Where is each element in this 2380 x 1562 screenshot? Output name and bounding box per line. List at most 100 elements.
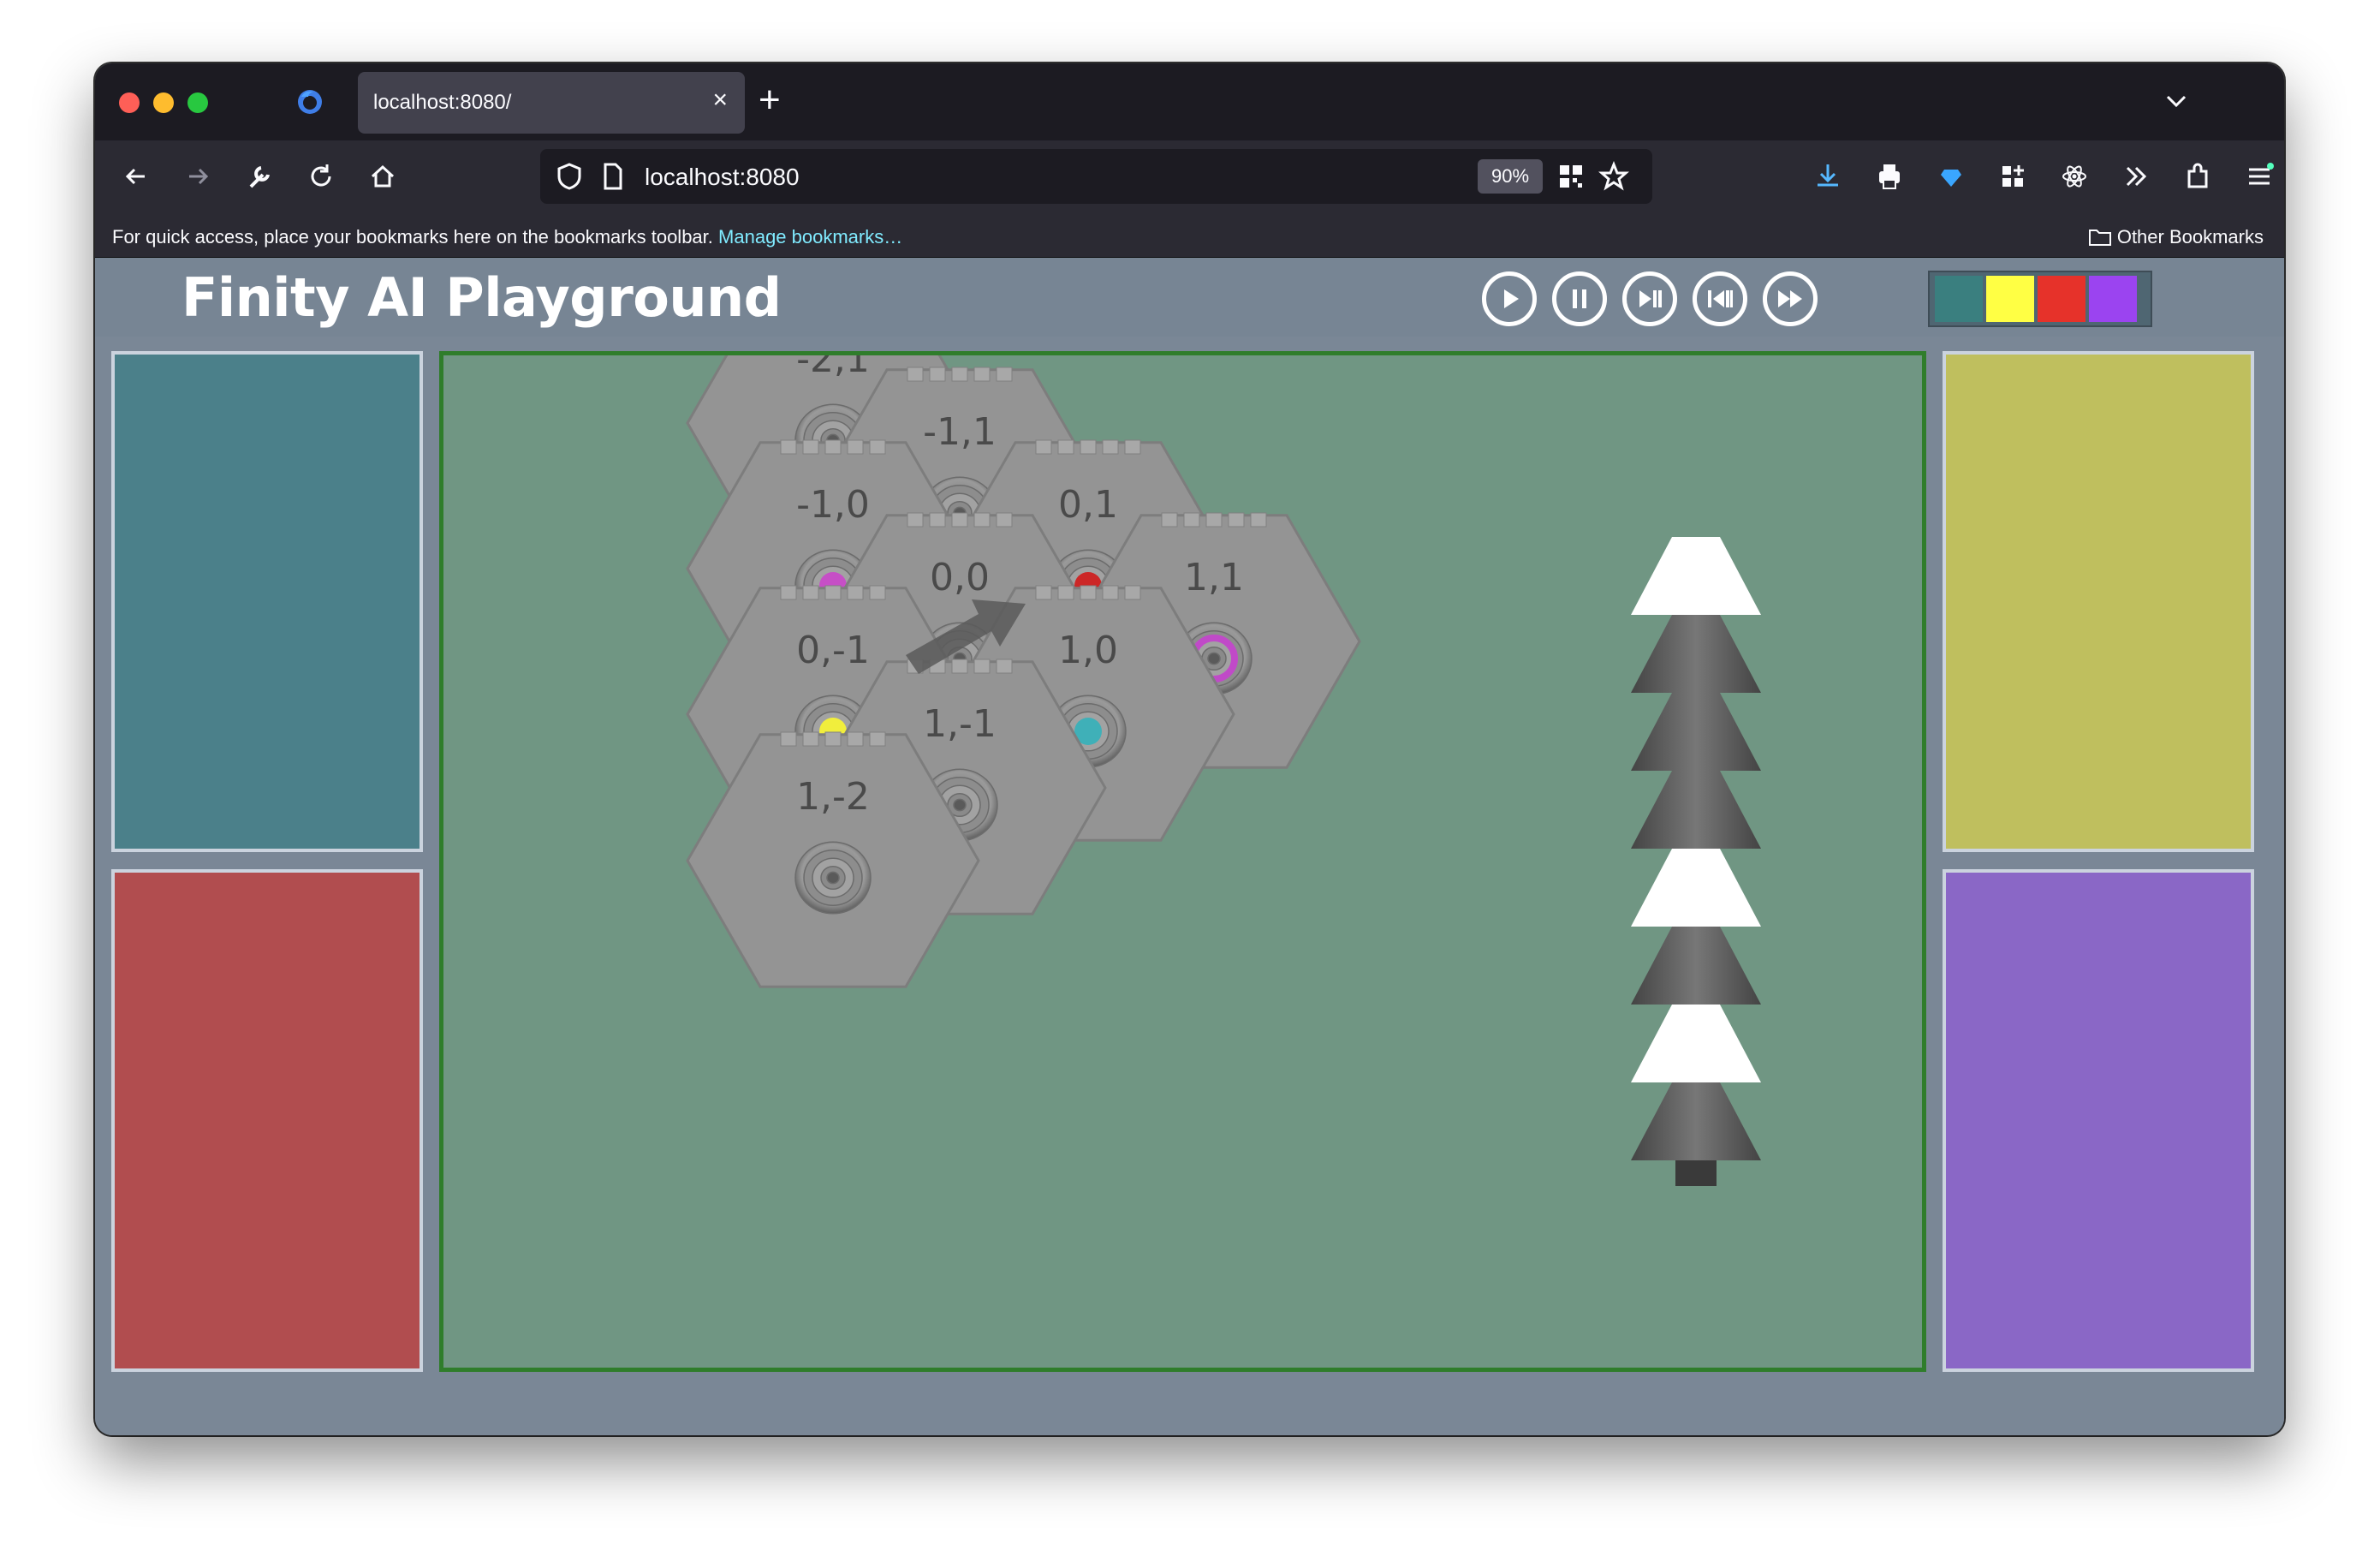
tile-stud <box>824 731 842 747</box>
step-back-button[interactable] <box>1693 271 1747 326</box>
tile-stud <box>869 731 886 747</box>
tile-stud <box>802 439 819 455</box>
tile-label: 1,0 <box>1058 629 1118 672</box>
firefox-icon[interactable] <box>296 88 324 116</box>
other-bookmarks[interactable]: Other Bookmarks <box>2088 226 2264 248</box>
react-devtools-icon[interactable] <box>2057 159 2091 194</box>
extensions-icon[interactable] <box>2181 159 2215 194</box>
tile-stud <box>907 512 924 528</box>
tile-stud <box>824 585 842 600</box>
folder-icon <box>2088 230 2111 246</box>
tile-stud <box>1035 585 1052 600</box>
tile-label: 0,-1 <box>796 629 870 672</box>
url-text[interactable]: localhost:8080 <box>645 164 800 191</box>
stack-layer <box>1631 927 1761 1005</box>
shield-icon[interactable] <box>554 161 585 192</box>
url-bar[interactable]: localhost:8080 90% <box>540 149 1652 204</box>
tile-stud <box>973 512 991 528</box>
tile-stud <box>973 659 991 674</box>
panel-purple <box>1943 869 2254 1372</box>
tile-stud <box>780 439 797 455</box>
gem-extension-icon[interactable] <box>1934 159 1968 194</box>
tile-stud <box>847 439 864 455</box>
back-icon[interactable] <box>119 159 153 194</box>
tile-stud <box>847 585 864 600</box>
stack-base <box>1675 1160 1717 1186</box>
print-icon[interactable] <box>1872 159 1907 194</box>
play-icon <box>1504 289 1519 308</box>
menu-icon[interactable] <box>2242 159 2276 194</box>
tile-stud <box>996 659 1013 674</box>
bookmarks-bar: For quick access, place your bookmarks h… <box>95 214 2284 258</box>
forward-icon[interactable] <box>181 159 215 194</box>
browser-window: localhost:8080/ × + localhost:8080 90% F… <box>95 63 2284 1435</box>
game-board[interactable]: -2,1 -1,1 -1,0 0,1 0,0 1,1 0,-1 1,0 1,-1 1,-2 <box>439 351 1926 1372</box>
stack-layer <box>1631 771 1761 849</box>
swatch-yellow[interactable] <box>1986 276 2034 322</box>
tile-stud <box>1080 585 1097 600</box>
qr-code-icon[interactable] <box>1557 163 1585 190</box>
page-icon <box>604 163 622 190</box>
chevron-down-icon[interactable] <box>2163 87 2190 115</box>
download-icon[interactable] <box>1811 159 1845 194</box>
tile-label: 1,-2 <box>796 775 870 819</box>
bookmarks-prompt: For quick access, place your bookmarks h… <box>112 226 902 248</box>
tile-stud <box>1205 512 1223 528</box>
tile-stud <box>1183 512 1200 528</box>
fast-forward-button[interactable] <box>1763 271 1818 326</box>
step-forward-icon <box>1639 290 1662 307</box>
tile-stud <box>1057 585 1074 600</box>
tile-label: -1,0 <box>796 483 870 527</box>
page-content: Finity AI Playground -2,1 -1,1 -1,0 0,1 … <box>95 258 2284 1435</box>
minimize-window-button[interactable] <box>153 92 174 113</box>
stack-layer <box>1631 537 1761 615</box>
page-title: Finity AI Playground <box>181 266 782 329</box>
swatch-teal[interactable] <box>1935 276 1983 322</box>
panel-red <box>111 869 423 1372</box>
peg-ring <box>1207 652 1221 665</box>
tile-label: 0,1 <box>1058 483 1118 527</box>
play-button[interactable] <box>1482 271 1537 326</box>
tab-title: localhost:8080/ <box>373 91 512 114</box>
reload-icon[interactable] <box>304 159 338 194</box>
wrench-icon[interactable] <box>242 159 277 194</box>
new-tab-icon[interactable]: + <box>759 79 781 122</box>
tile-stud <box>907 367 924 382</box>
stack-layer <box>1631 693 1761 771</box>
close-window-button[interactable] <box>119 92 140 113</box>
pause-icon <box>1573 289 1586 308</box>
tile-stud <box>1102 585 1119 600</box>
nav-bar: localhost:8080 90% <box>95 140 2284 214</box>
tile-stud <box>780 731 797 747</box>
tile-stud <box>1102 439 1119 455</box>
tile-stud <box>1035 439 1052 455</box>
grid-plus-icon[interactable] <box>1996 159 2030 194</box>
step-forward-button[interactable] <box>1622 271 1677 326</box>
home-icon[interactable] <box>366 159 400 194</box>
zoom-level[interactable]: 90% <box>1478 159 1543 194</box>
close-tab-icon[interactable]: × <box>712 86 728 115</box>
tile-label: -1,1 <box>923 410 997 454</box>
stack-layer <box>1631 1005 1761 1082</box>
tile-stud <box>929 367 946 382</box>
star-icon[interactable] <box>1598 161 1629 192</box>
swatch-red[interactable] <box>2038 276 2085 322</box>
tile-stud <box>847 731 864 747</box>
bookmarks-prompt-text: For quick access, place your bookmarks h… <box>112 226 713 247</box>
tab-active[interactable]: localhost:8080/ × <box>358 72 745 134</box>
hex-board-svg: -2,1 -1,1 -1,0 0,1 0,0 1,1 0,-1 1,0 1,-1 1,-2 <box>686 355 1761 1186</box>
overflow-chevrons-icon[interactable] <box>2119 159 2153 194</box>
manage-bookmarks-link[interactable]: Manage bookmarks… <box>718 226 902 247</box>
pause-button[interactable] <box>1552 271 1607 326</box>
peg-ring <box>953 798 967 812</box>
maximize-window-button[interactable] <box>187 92 208 113</box>
stack-layer <box>1631 615 1761 693</box>
tile-stud <box>869 439 886 455</box>
tile-stud <box>1057 439 1074 455</box>
tile-label: 1,-1 <box>923 702 997 746</box>
tile-stud <box>951 659 968 674</box>
panel-yellow <box>1943 351 2254 852</box>
swatch-purple[interactable] <box>2089 276 2137 322</box>
tile-stud <box>802 731 819 747</box>
tile-stud <box>951 512 968 528</box>
